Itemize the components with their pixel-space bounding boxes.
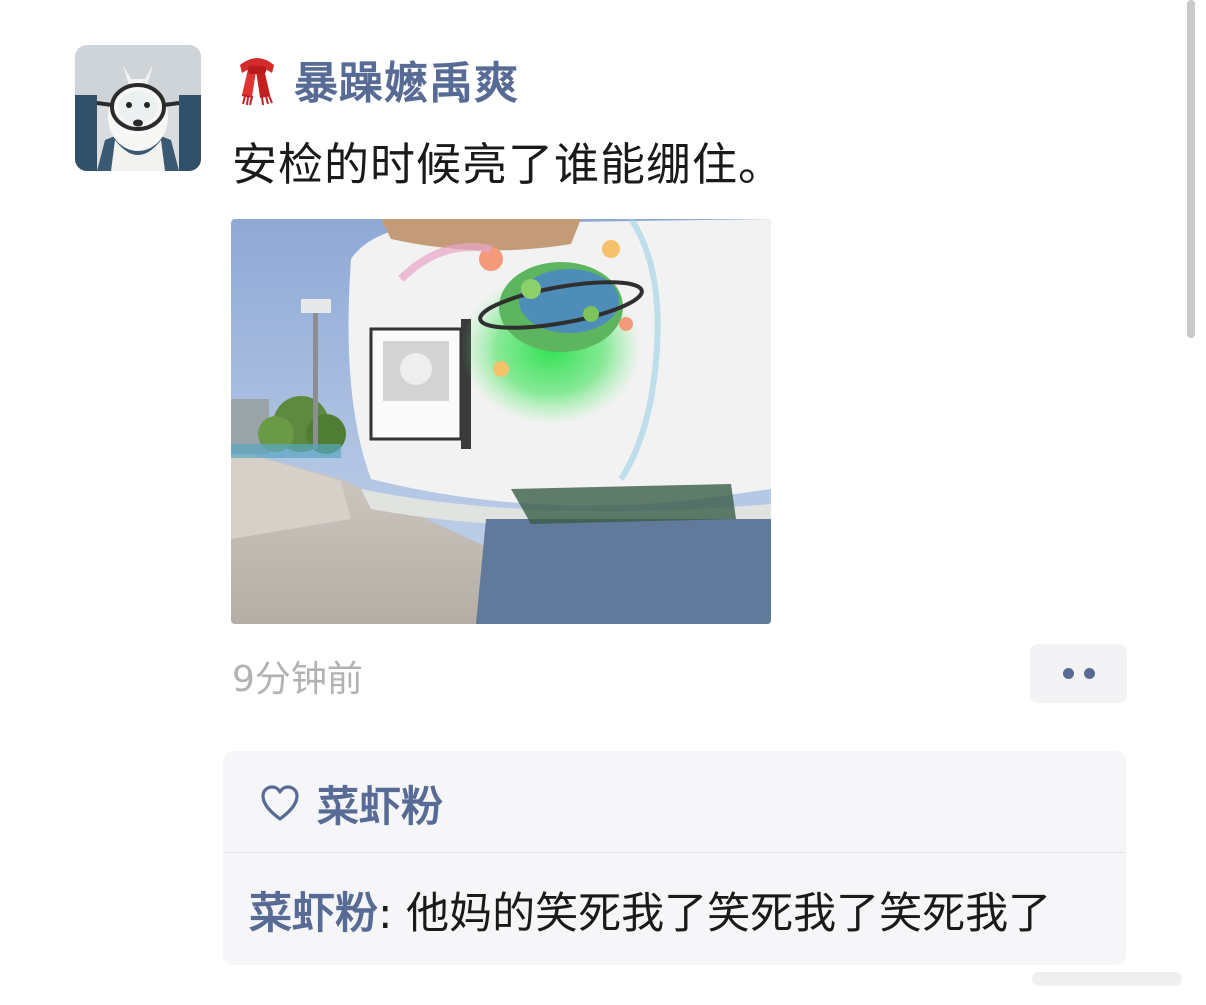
author-name[interactable]: 暴躁嬷禹爽 — [294, 47, 519, 111]
two-dots-icon — [1083, 668, 1095, 679]
author-row: 暴躁嬷禹爽 — [232, 48, 519, 110]
comment-text: 他妈的笑死我了笑死我了笑死我了 — [406, 889, 1052, 939]
post-image[interactable] — [231, 219, 771, 624]
divider — [223, 852, 1126, 853]
post-time: 9分钟前 — [232, 659, 363, 700]
comment-item[interactable]: 菜虾粉: 他妈的笑死我了笑死我了笑死我了 — [249, 879, 1051, 941]
vertical-scrollbar[interactable] — [1187, 0, 1195, 338]
watermark-logo — [1014, 968, 1196, 992]
likes-row: 菜虾粉 — [259, 775, 443, 831]
red-scarf-icon — [240, 58, 274, 106]
like-user-name[interactable]: 菜虾粉 — [317, 773, 443, 834]
two-dots-icon — [1062, 668, 1074, 679]
comment-separator: : — [378, 889, 407, 939]
heart-outline-icon — [261, 785, 299, 821]
author-avatar[interactable] — [75, 45, 201, 171]
post-text: 安检的时候亮了谁能绷住。 — [232, 138, 785, 191]
more-actions-button[interactable] — [1030, 644, 1127, 703]
likes-comments-panel: 菜虾粉 菜虾粉: 他妈的笑死我了笑死我了笑死我了 — [223, 751, 1126, 965]
comment-user[interactable]: 菜虾粉 — [249, 889, 378, 939]
moments-post-page: 暴躁嬷禹爽 安检的时候亮了谁能绷住。 9分钟前 菜虾粉 菜虾粉: 他妈的笑死我了… — [0, 0, 1206, 1005]
